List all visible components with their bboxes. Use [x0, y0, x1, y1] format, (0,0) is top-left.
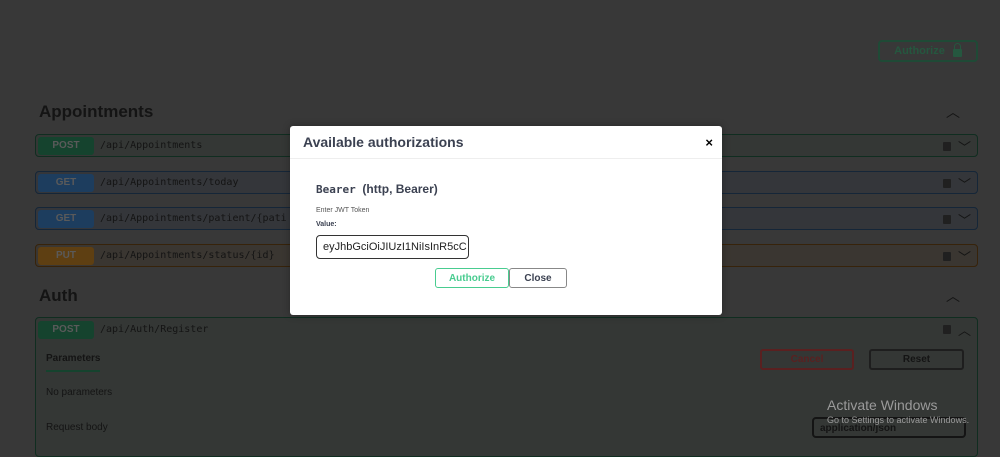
authorize-submit-button[interactable]: Authorize — [435, 268, 509, 288]
method-badge: POST — [38, 320, 94, 339]
chevron-down-icon[interactable]: ﹀ — [958, 137, 971, 156]
lock-icon[interactable] — [943, 142, 951, 151]
reset-button[interactable]: Reset — [869, 349, 964, 370]
cancel-button[interactable]: Cancel — [760, 349, 854, 370]
lock-icon[interactable] — [943, 325, 951, 334]
close-icon[interactable]: × — [705, 135, 713, 150]
collapse-chevron-icon[interactable]: ︿ — [946, 102, 960, 122]
scheme-heading: Bearer (http, Bearer) — [316, 182, 438, 196]
tab-parameters[interactable]: Parameters — [46, 353, 101, 372]
request-body-label: Request body — [46, 422, 108, 433]
method-badge: GET — [38, 209, 94, 228]
operation-path: /api/Appointments/patient/{patientId} — [100, 213, 286, 224]
operation-expanded: POST/api/Auth/Register ︿ Parameters Cance… — [35, 317, 978, 457]
collapse-chevron-icon[interactable]: ︿ — [946, 286, 960, 306]
operation-path: /api/Appointments/status/{id} — [100, 250, 275, 261]
no-parameters-text: No parameters — [46, 387, 113, 398]
chevron-down-icon[interactable]: ﹀ — [958, 247, 971, 266]
authorizations-modal: Available authorizations × Bearer (http,… — [290, 126, 722, 315]
lock-icon[interactable] — [943, 215, 951, 224]
close-button[interactable]: Close — [509, 268, 567, 288]
scheme-description: Enter JWT Token — [316, 207, 370, 214]
method-badge: POST — [38, 136, 94, 155]
section-title-auth[interactable]: Auth — [39, 286, 78, 306]
operation-path: /api/Auth/Register — [100, 324, 209, 335]
modal-title: Available authorizations — [290, 126, 722, 159]
lock-icon[interactable] — [943, 179, 951, 188]
method-badge: PUT — [38, 246, 94, 265]
chevron-down-icon[interactable]: ﹀ — [958, 174, 971, 193]
authorize-button[interactable]: Authorize — [878, 40, 978, 62]
operation-path: /api/Appointments/today — [100, 177, 239, 188]
lock-icon — [952, 43, 962, 57]
chevron-down-icon[interactable]: ﹀ — [958, 210, 971, 229]
lock-icon[interactable] — [943, 252, 951, 261]
operation-row[interactable]: POST/api/Auth/Register ︿ — [36, 318, 977, 341]
method-badge: GET — [38, 173, 94, 192]
value-label: Value: — [316, 221, 337, 228]
content-type-select[interactable]: application/json — [812, 417, 966, 438]
section-title-appointments[interactable]: Appointments — [39, 102, 153, 122]
operation-path: /api/Appointments — [100, 140, 203, 151]
token-input[interactable]: eyJhbGciOiJIUzI1NiIsInR5cC — [316, 235, 469, 259]
chevron-up-icon[interactable]: ︿ — [958, 320, 971, 339]
